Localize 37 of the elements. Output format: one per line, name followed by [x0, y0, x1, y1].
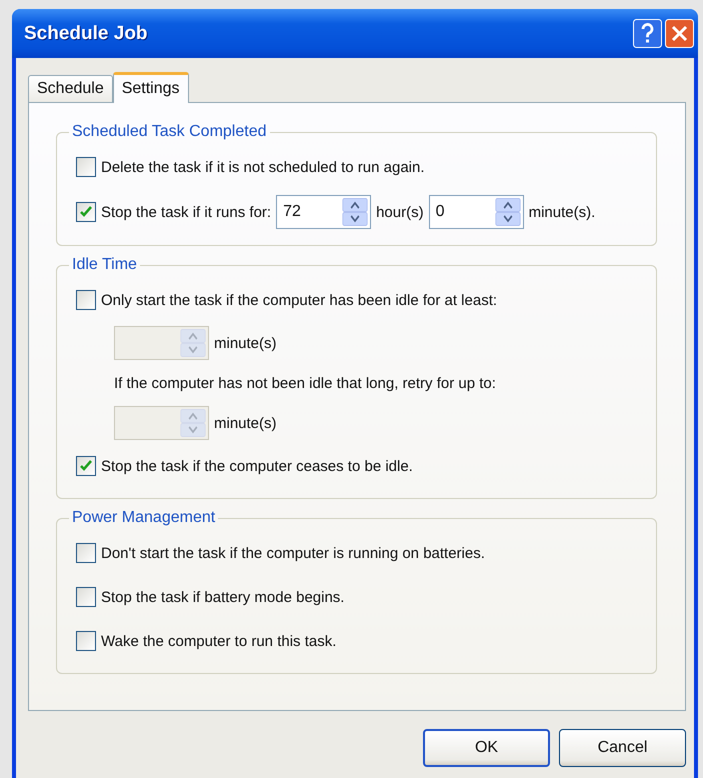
checkbox-label: Only start the task if the computer has been idle for at least: — [101, 292, 498, 308]
checkbox[interactable] — [76, 157, 96, 177]
check-icon — [79, 205, 93, 219]
unit-label: minute(s). — [528, 204, 596, 220]
checkbox[interactable] — [76, 202, 96, 222]
spin-input[interactable]: 72 — [283, 203, 334, 221]
group-title: Power Management — [71, 509, 216, 527]
checkbox[interactable] — [76, 456, 96, 476]
checkbox-label: Stop the task if the computer ceases to be idle. — [101, 458, 413, 474]
checkbox-label: Don't start the task if the computer is running on batteries. — [101, 544, 485, 562]
help-icon[interactable] — [633, 19, 662, 48]
dialog-button[interactable]: OK — [423, 729, 550, 767]
checkbox[interactable] — [76, 587, 96, 607]
checkbox-label: Stop the task if battery mode begins. — [101, 588, 344, 606]
tab[interactable]: Settings — [112, 72, 189, 103]
checkbox-label: Wake the computer to run this task. — [101, 632, 336, 650]
dialog-button[interactable]: Cancel — [559, 729, 686, 767]
checkbox-label: Stop the task if it runs for: — [101, 204, 272, 220]
close-icon[interactable] — [665, 19, 694, 48]
spin-input[interactable]: 0 — [436, 203, 486, 221]
checkbox-label: Delete the task if it is not scheduled to run again. — [101, 158, 425, 176]
checkbox[interactable] — [76, 631, 96, 651]
spin-arrows-icon[interactable] — [342, 198, 368, 226]
spin-arrows-icon[interactable] — [494, 198, 521, 226]
tab[interactable]: Schedule — [28, 75, 113, 102]
unit-label: hour(s) — [376, 204, 424, 220]
checkbox[interactable] — [76, 290, 96, 310]
spin-box[interactable]: 0 — [428, 195, 524, 229]
hint-text: If the computer has not been idle that long, retry for up to: — [114, 374, 496, 392]
spin-box[interactable]: 72 — [276, 195, 372, 229]
unit-label: minute(s) — [214, 414, 277, 432]
check-icon — [79, 459, 93, 473]
group-title: Idle Time — [71, 256, 138, 274]
unit-label: minute(s) — [214, 334, 277, 352]
checkbox[interactable] — [76, 543, 96, 563]
window-title: Schedule Job — [23, 22, 149, 44]
group-title: Scheduled Task Completed — [71, 123, 268, 141]
